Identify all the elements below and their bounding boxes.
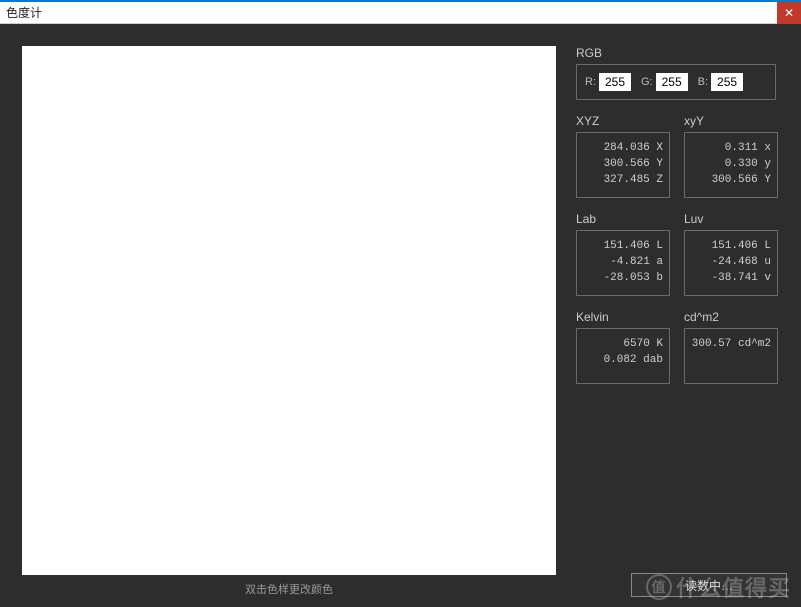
xyz-box: 284.036 X 300.566 Y 327.485 Z bbox=[576, 132, 670, 198]
window-title: 色度计 bbox=[6, 4, 42, 21]
close-icon: ✕ bbox=[784, 6, 794, 20]
r-label: R: bbox=[585, 76, 596, 88]
rgb-g-group: G: bbox=[641, 73, 688, 91]
xyy-box: 0.311 x 0.330 y 300.566 Y bbox=[684, 132, 778, 198]
xyz-column: XYZ 284.036 X 300.566 Y 327.485 Z bbox=[576, 114, 670, 198]
lab-box: 151.406 L -4.821 a -28.053 b bbox=[576, 230, 670, 296]
lab-column: Lab 151.406 L -4.821 a -28.053 b bbox=[576, 212, 670, 296]
g-label: G: bbox=[641, 76, 653, 88]
cdm2-box: 300.57 cd^m2 bbox=[684, 328, 778, 384]
rgb-box: R: G: B: bbox=[576, 64, 776, 100]
r-input[interactable] bbox=[599, 73, 631, 91]
cdm2-column: cd^m2 300.57 cd^m2 bbox=[684, 310, 778, 384]
kelvin-box: 6570 K 0.082 dab bbox=[576, 328, 670, 384]
b-input[interactable] bbox=[711, 73, 743, 91]
title-bar: 色度计 ✕ bbox=[0, 0, 801, 24]
swatch-column: 双击色样更改颜色 bbox=[22, 46, 556, 597]
xyz-label: XYZ bbox=[576, 114, 670, 128]
xyy-label: xyY bbox=[684, 114, 778, 128]
g-input[interactable] bbox=[656, 73, 688, 91]
kelvin-column: Kelvin 6570 K 0.082 dab bbox=[576, 310, 670, 384]
kelvin-label: Kelvin bbox=[576, 310, 670, 324]
luv-label: Luv bbox=[684, 212, 778, 226]
status-button[interactable]: 读数中… bbox=[631, 573, 787, 597]
swatch-hint: 双击色样更改颜色 bbox=[245, 581, 333, 597]
readout-panels: RGB R: G: B: XYZ 284.036 X 300.566 Y 327… bbox=[576, 46, 789, 597]
rgb-label: RGB bbox=[576, 46, 789, 60]
b-label: B: bbox=[698, 76, 708, 88]
rgb-b-group: B: bbox=[698, 73, 743, 91]
luv-box: 151.406 L -24.468 u -38.741 v bbox=[684, 230, 778, 296]
status-text: 读数中… bbox=[685, 577, 733, 594]
rgb-r-group: R: bbox=[585, 73, 631, 91]
color-swatch[interactable] bbox=[22, 46, 556, 575]
xyy-column: xyY 0.311 x 0.330 y 300.566 Y bbox=[684, 114, 778, 198]
lab-label: Lab bbox=[576, 212, 670, 226]
content-area: 双击色样更改颜色 RGB R: G: B: XYZ 284.036 X 300.… bbox=[0, 24, 801, 607]
luv-column: Luv 151.406 L -24.468 u -38.741 v bbox=[684, 212, 778, 296]
close-button[interactable]: ✕ bbox=[777, 2, 801, 24]
cdm2-label: cd^m2 bbox=[684, 310, 778, 324]
